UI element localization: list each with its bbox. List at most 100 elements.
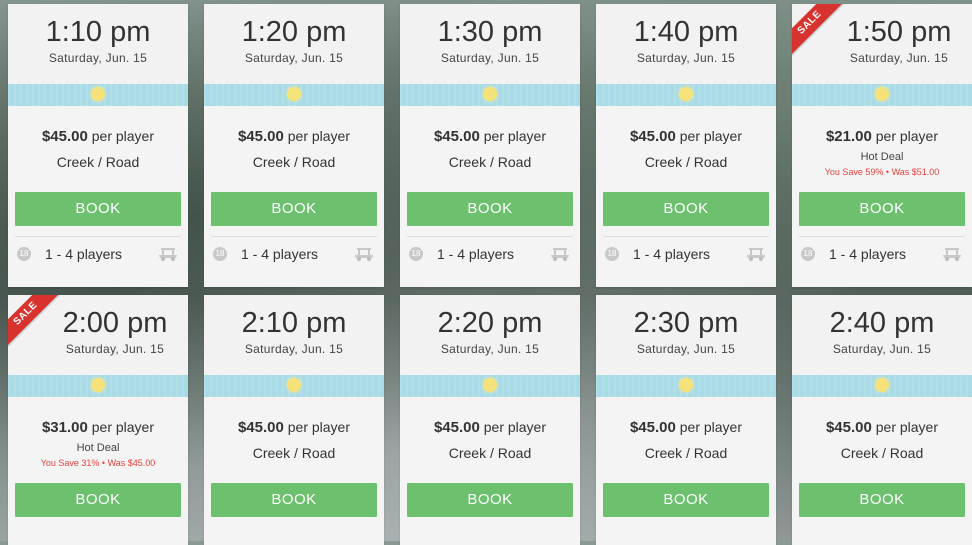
price-line: $45.00 per player bbox=[400, 419, 580, 436]
course-name: Creek / Road bbox=[448, 445, 532, 461]
price-section: $45.00 per player Creek / Road bbox=[596, 397, 776, 483]
book-button[interactable]: BOOK bbox=[799, 192, 965, 226]
price: $45.00 bbox=[237, 419, 284, 436]
tee-time: 2:20 pm bbox=[437, 307, 543, 339]
per-player-label: per player bbox=[91, 419, 155, 435]
tee-time-card: 1:20 pm Saturday, Jun. 15 $45.00 per playe… bbox=[204, 4, 384, 287]
golf-cart-icon bbox=[941, 247, 963, 261]
course-name: Creek / Road bbox=[840, 445, 924, 461]
tee-time: 1:20 pm bbox=[241, 16, 347, 48]
sun-icon bbox=[287, 378, 301, 392]
price: $45.00 bbox=[825, 419, 872, 436]
tee-time-card: 2:00 pm Saturday, Jun. 15 SALE $31.00 per p… bbox=[8, 295, 188, 545]
card-header: 2:40 pm Saturday, Jun. 15 bbox=[792, 295, 972, 375]
per-player-label: per player bbox=[875, 419, 939, 435]
holes-badge-icon: 18 bbox=[801, 247, 815, 261]
weather-band bbox=[792, 375, 972, 397]
sun-icon bbox=[679, 378, 693, 392]
course-name: Creek / Road bbox=[448, 154, 532, 170]
tee-time: 1:10 pm bbox=[45, 16, 151, 48]
price: $45.00 bbox=[433, 128, 480, 145]
tee-date: Saturday, Jun. 15 bbox=[636, 342, 736, 356]
price: $31.00 bbox=[41, 419, 88, 436]
weather-band bbox=[596, 84, 776, 106]
per-player-label: per player bbox=[483, 128, 547, 144]
players-range: 1 - 4 players bbox=[241, 246, 319, 262]
card-header: 1:30 pm Saturday, Jun. 15 bbox=[400, 4, 580, 84]
price-line: $45.00 per player bbox=[596, 419, 776, 436]
savings-text: You Save 31% • Was $45.00 bbox=[40, 458, 156, 468]
price: $45.00 bbox=[237, 128, 284, 145]
price-section: $31.00 per player Hot Deal You Save 31% • … bbox=[8, 397, 188, 483]
savings-text: You Save 59% • Was $51.00 bbox=[824, 167, 940, 177]
card-footer: 18 1 - 4 players bbox=[799, 236, 965, 271]
sun-icon bbox=[875, 87, 889, 101]
weather-band bbox=[400, 375, 580, 397]
price-section: $45.00 per player Creek / Road bbox=[204, 106, 384, 192]
book-button[interactable]: BOOK bbox=[799, 483, 965, 517]
card-footer: 18 1 - 4 players bbox=[603, 236, 769, 271]
tee-time: 2:30 pm bbox=[633, 307, 739, 339]
tee-time: 1:30 pm bbox=[437, 16, 543, 48]
book-button[interactable]: BOOK bbox=[407, 192, 573, 226]
weather-band bbox=[596, 375, 776, 397]
tee-time-card: 2:10 pm Saturday, Jun. 15 $45.00 per playe… bbox=[204, 295, 384, 545]
players-range: 1 - 4 players bbox=[437, 246, 515, 262]
tee-date: Saturday, Jun. 15 bbox=[65, 342, 165, 356]
card-header: 2:10 pm Saturday, Jun. 15 bbox=[204, 295, 384, 375]
book-button[interactable]: BOOK bbox=[603, 192, 769, 226]
book-button[interactable]: BOOK bbox=[407, 483, 573, 517]
per-player-label: per player bbox=[287, 419, 351, 435]
book-button[interactable]: BOOK bbox=[211, 483, 377, 517]
card-header: 1:40 pm Saturday, Jun. 15 bbox=[596, 4, 776, 84]
tee-date: Saturday, Jun. 15 bbox=[849, 51, 949, 65]
tee-time-card: 1:30 pm Saturday, Jun. 15 $45.00 per playe… bbox=[400, 4, 580, 287]
price-line: $45.00 per player bbox=[792, 419, 972, 436]
holes-badge-icon: 18 bbox=[213, 247, 227, 261]
price-section: $45.00 per player Creek / Road bbox=[596, 106, 776, 192]
book-button[interactable]: BOOK bbox=[603, 483, 769, 517]
tee-time-card: 1:50 pm Saturday, Jun. 15 SALE $21.00 per p… bbox=[792, 4, 972, 287]
holes-badge-icon: 18 bbox=[605, 247, 619, 261]
hot-deal-label: Hot Deal bbox=[76, 442, 120, 454]
price-line: $45.00 per player bbox=[8, 128, 188, 145]
per-player-label: per player bbox=[91, 128, 155, 144]
price-section: $45.00 per player Creek / Road bbox=[400, 106, 580, 192]
price-line: $21.00 per player bbox=[792, 128, 972, 145]
price: $45.00 bbox=[629, 128, 676, 145]
tee-time-card: 2:30 pm Saturday, Jun. 15 $45.00 per playe… bbox=[596, 295, 776, 545]
card-footer: 18 1 - 4 players bbox=[211, 236, 377, 271]
tee-time: 2:10 pm bbox=[241, 307, 347, 339]
book-button[interactable]: BOOK bbox=[15, 192, 181, 226]
per-player-label: per player bbox=[483, 419, 547, 435]
course-name: Creek / Road bbox=[252, 445, 336, 461]
card-footer: 18 1 - 4 players bbox=[15, 236, 181, 271]
price-line: $45.00 per player bbox=[204, 419, 384, 436]
course-name: Creek / Road bbox=[644, 154, 728, 170]
holes-badge-icon: 18 bbox=[409, 247, 423, 261]
tee-time-card: 1:40 pm Saturday, Jun. 15 $45.00 per playe… bbox=[596, 4, 776, 287]
price-section: $45.00 per player Creek / Road bbox=[204, 397, 384, 483]
tee-time-card: 2:20 pm Saturday, Jun. 15 $45.00 per playe… bbox=[400, 295, 580, 545]
book-button[interactable]: BOOK bbox=[15, 483, 181, 517]
golf-cart-icon bbox=[157, 247, 179, 261]
card-footer: 18 1 - 4 players bbox=[407, 236, 573, 271]
golf-cart-icon bbox=[549, 247, 571, 261]
card-header: 1:20 pm Saturday, Jun. 15 bbox=[204, 4, 384, 84]
sun-icon bbox=[483, 378, 497, 392]
course-name: Creek / Road bbox=[644, 445, 728, 461]
price-section: $21.00 per player Hot Deal You Save 59% • … bbox=[792, 106, 972, 192]
card-header: 1:50 pm Saturday, Jun. 15 SALE bbox=[792, 4, 972, 84]
card-header: 2:30 pm Saturday, Jun. 15 bbox=[596, 295, 776, 375]
weather-band bbox=[8, 84, 188, 106]
per-player-label: per player bbox=[679, 128, 743, 144]
price: $21.00 bbox=[825, 128, 872, 145]
tee-time-card: 2:40 pm Saturday, Jun. 15 $45.00 per playe… bbox=[792, 295, 972, 545]
weather-band bbox=[8, 375, 188, 397]
book-button[interactable]: BOOK bbox=[211, 192, 377, 226]
sun-icon bbox=[679, 87, 693, 101]
tee-date: Saturday, Jun. 15 bbox=[48, 51, 148, 65]
price-section: $45.00 per player Creek / Road bbox=[8, 106, 188, 192]
per-player-label: per player bbox=[679, 419, 743, 435]
price-line: $31.00 per player bbox=[8, 419, 188, 436]
